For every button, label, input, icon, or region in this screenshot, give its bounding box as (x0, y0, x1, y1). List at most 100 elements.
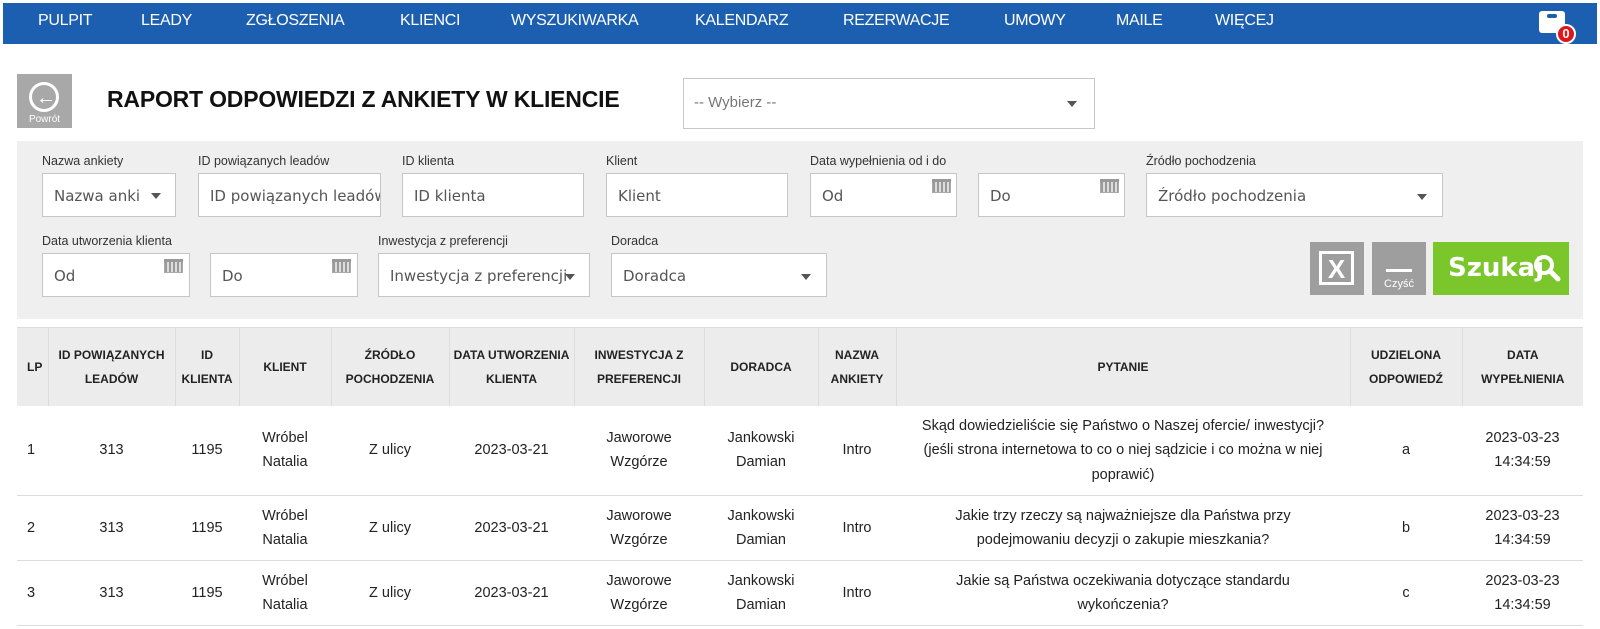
cell-question: Jakie są Państwa oczekiwania dotyczące s… (896, 560, 1350, 626)
cell-survey: Intro (818, 495, 896, 561)
nav-item-maile[interactable]: MAILE (1116, 3, 1163, 39)
filled-time: 14:34:59 (1494, 454, 1551, 471)
nav-item-rezerwacje[interactable]: REZERWACJE (843, 3, 950, 39)
nav-item-wiecej[interactable]: WIĘCEJ (1215, 3, 1274, 39)
header-source[interactable]: ŹRÓDŁO POCHODZENIA (331, 327, 450, 406)
cell-created: 2023-03-21 (449, 405, 574, 496)
notification-badge: 0 (1556, 24, 1576, 44)
report-table: LP ID POWIĄZANYCH LEADÓW ID KLIENTA KLIENT… (17, 327, 1583, 626)
cell-created: 2023-03-21 (449, 495, 574, 561)
back-button[interactable]: ← Powrót (17, 74, 72, 128)
clear-label: Czyść (1384, 278, 1414, 290)
survey-select[interactable]: -- Wybierz -- (683, 78, 1095, 129)
advisor-label: Doradca (611, 234, 659, 248)
cell-answer: a (1350, 405, 1462, 496)
header-investment[interactable]: INWESTYCJA Z PREFERENCJI (574, 327, 705, 406)
client-line2: Natalia (262, 454, 308, 471)
header-lead-ids[interactable]: ID POWIĄZANYCH LEADÓW (48, 327, 176, 406)
cell-client-id: 1195 (175, 560, 239, 626)
cell-client: Wróbel Natalia (239, 405, 331, 496)
question-line3: poprawić) (1091, 466, 1155, 483)
question-line1: Skąd dowiedzieliście się Państwo o Nasze… (921, 417, 1325, 434)
fill-date-from-input[interactable]: Od (810, 173, 957, 217)
fill-date-to-placeholder: Do (990, 187, 1011, 205)
cell-investment: Jaworowe Wzgórze (574, 405, 704, 496)
investment-placeholder: Inwestycja z preferencji (390, 267, 568, 285)
lead-ids-input[interactable]: ID powiązanych leadów (198, 173, 381, 217)
cell-advisor: Jankowski Damian (704, 495, 818, 561)
cell-lp: 1 (17, 405, 48, 496)
header-client-id[interactable]: ID KLIENTA (175, 327, 240, 406)
client-id-input[interactable]: ID klienta (402, 173, 584, 217)
nav-item-leady[interactable]: LEADY (141, 3, 192, 39)
advisor-line2: Damian (736, 597, 786, 613)
table-row: 3 313 1195 Wróbel Natalia Z ulicy 2023-03… (17, 560, 1583, 626)
cell-lp: 3 (17, 560, 48, 626)
cell-lead-ids: 313 (48, 405, 175, 496)
investment-line2: Wzgórze (610, 454, 668, 471)
cell-investment: Jaworowe Wzgórze (574, 495, 704, 561)
filled-time: 14:34:59 (1494, 532, 1551, 548)
header-filled-line2: WYPEŁNIENIA (1481, 371, 1565, 386)
client-line1: Wróbel (262, 429, 308, 446)
header-lp[interactable]: LP (17, 327, 49, 406)
cell-survey: Intro (818, 405, 896, 496)
header-client-id-line2: KLIENTA (181, 371, 233, 386)
search-button[interactable]: Szukaj (1433, 242, 1569, 295)
header-answer[interactable]: UDZIELONA ODPOWIEDŹ (1350, 327, 1463, 406)
lead-ids-label: ID powiązanych leadów (198, 154, 330, 168)
header-filled[interactable]: DATA WYPEŁNIENIA (1462, 327, 1583, 406)
header-question-label: PYTANIE (1097, 359, 1149, 374)
cell-lead-ids: 313 (48, 495, 175, 561)
source-select[interactable]: Źródło pochodzenia (1146, 173, 1443, 217)
header-client[interactable]: KLIENT (239, 327, 332, 406)
dash-icon (1386, 269, 1412, 272)
header-advisor[interactable]: DORADCA (704, 327, 819, 406)
top-nav: PULPIT LEADY ZGŁOSZENIA KLIENCI WYSZUKIW… (3, 3, 1597, 44)
arrow-left-icon: ← (29, 82, 59, 112)
table-row: 1 313 1195 Wróbel Natalia Z ulicy 2023-03… (17, 405, 1583, 496)
investment-select[interactable]: Inwestycja z preferencji (378, 253, 590, 297)
client-input[interactable]: Klient (606, 173, 788, 217)
nav-item-zgloszenia[interactable]: ZGŁOSZENIA (246, 3, 345, 39)
investment-line1: Jaworowe (606, 572, 672, 589)
survey-name-select[interactable]: Nazwa anki (42, 173, 176, 217)
lead-ids-placeholder: ID powiązanych leadów (210, 187, 381, 205)
header-question[interactable]: PYTANIE (896, 327, 1351, 406)
question-line2: (jeśli strona internetowa to co o niej s… (923, 442, 1323, 458)
advisor-select[interactable]: Doradca (611, 253, 827, 297)
nav-item-klienci[interactable]: KLIENCI (400, 3, 460, 39)
chevron-down-icon (1417, 194, 1427, 200)
client-line2: Natalia (262, 597, 308, 613)
created-date-label: Data utworzenia klienta (42, 234, 172, 248)
advisor-line1: Jankowski (727, 507, 795, 524)
nav-item-wyszukiwarka[interactable]: WYSZUKIWARKA (511, 3, 639, 39)
inbox-icon[interactable]: 0 (1536, 7, 1576, 44)
created-date-to-input[interactable]: Do (210, 253, 358, 297)
header-lead-ids-line2: LEADÓW (84, 371, 139, 386)
excel-export-button[interactable]: X (1310, 242, 1364, 295)
nav-item-kalendarz[interactable]: KALENDARZ (695, 3, 789, 39)
header-survey[interactable]: NAZWA ANKIETY (818, 327, 897, 406)
created-date-from-placeholder: Od (54, 267, 76, 285)
filled-time: 14:34:59 (1494, 597, 1551, 613)
page-title: RAPORT ODPOWIEDZI Z ANKIETY W KLIENCIE (107, 86, 620, 112)
source-label: Źródło pochodzenia (1146, 154, 1256, 168)
cell-filled: 2023-03-23 14:34:59 (1462, 560, 1583, 626)
cell-question: Skąd dowiedzieliście się Państwo o Nasze… (896, 405, 1350, 496)
filled-date: 2023-03-23 (1485, 572, 1560, 589)
header-source-line2: POCHODZENIA (345, 371, 435, 386)
question-line1: Jakie trzy rzeczy są najważniejsze dla P… (955, 507, 1291, 524)
nav-item-pulpit[interactable]: PULPIT (38, 3, 93, 39)
chevron-down-icon (801, 274, 811, 280)
header-client-label: KLIENT (263, 359, 307, 374)
nav-item-umowy[interactable]: UMOWY (1004, 3, 1066, 39)
cell-answer: b (1350, 495, 1462, 561)
header-created[interactable]: DATA UTWORZENIA KLIENTA (449, 327, 575, 406)
cell-source: Z ulicy (331, 495, 449, 561)
search-icon (1534, 255, 1561, 282)
created-date-from-input[interactable]: Od (42, 253, 190, 297)
fill-date-to-input[interactable]: Do (978, 173, 1125, 217)
clear-button[interactable]: Czyść (1372, 242, 1426, 295)
investment-line1: Jaworowe (606, 507, 672, 524)
